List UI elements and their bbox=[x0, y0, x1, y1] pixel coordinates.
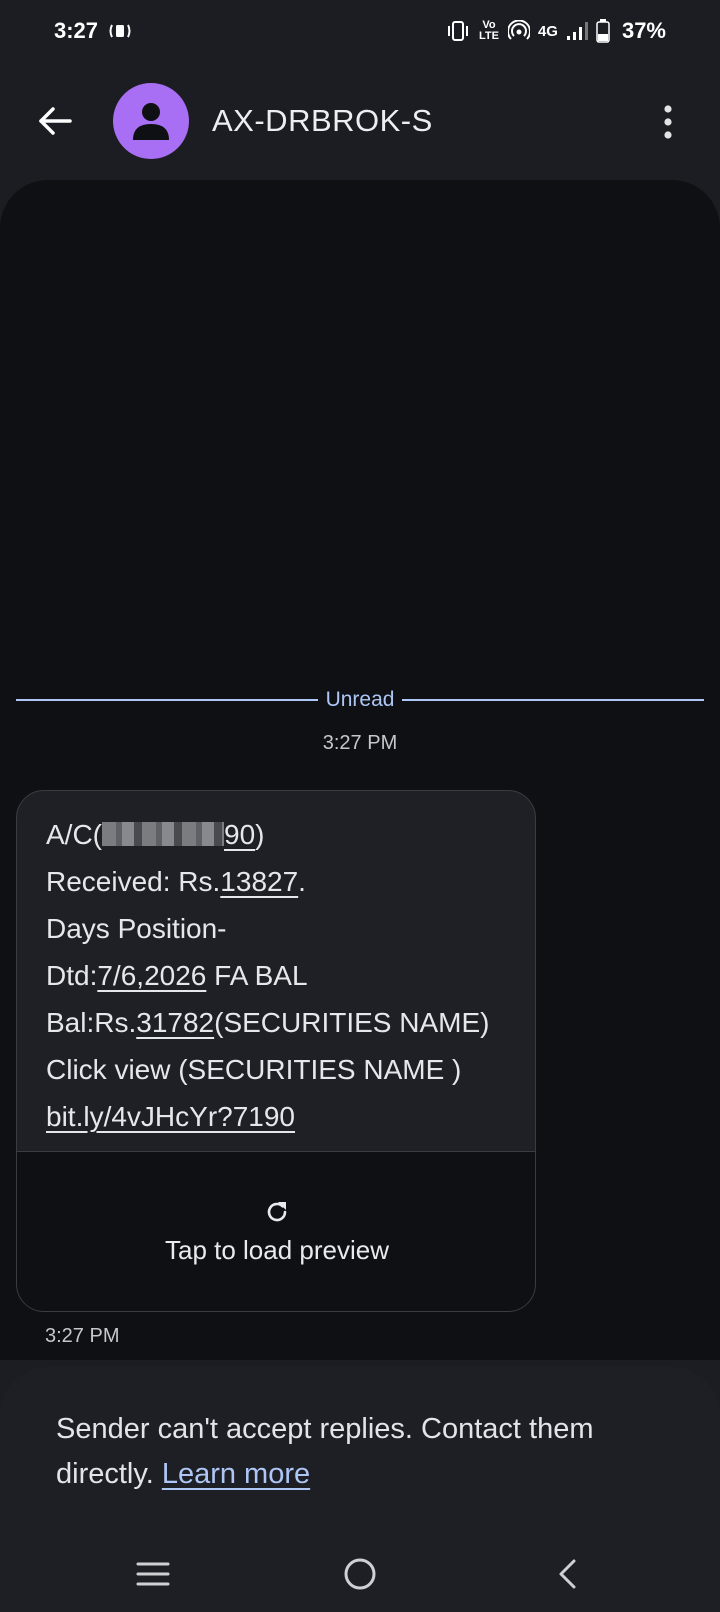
refresh-icon bbox=[267, 1202, 287, 1222]
home-circle-icon bbox=[344, 1558, 376, 1590]
back-button[interactable] bbox=[30, 96, 80, 146]
unread-divider: Unread bbox=[16, 682, 705, 718]
message-line-balance: Bal:Rs.31782(SECURITIES NAME) bbox=[46, 1007, 490, 1038]
divider-timestamp: 3:27 PM bbox=[322, 732, 398, 754]
recents-button[interactable] bbox=[123, 1552, 183, 1596]
arrow-left-icon bbox=[39, 107, 72, 135]
menu-icon bbox=[136, 1562, 170, 1586]
messages-screen: 3:27 Vo LTE 4G 37% AX-DRBROK-S Unread 3:… bbox=[0, 0, 720, 1612]
battery-percent: 37% bbox=[621, 18, 666, 43]
avatar[interactable] bbox=[113, 83, 189, 159]
unread-line-left bbox=[16, 699, 318, 701]
unread-line-right bbox=[402, 699, 705, 701]
nav-back-button[interactable] bbox=[537, 1552, 597, 1596]
more-vert-icon bbox=[664, 105, 672, 139]
url-link[interactable]: bit.ly/4vJHcYr?7190 bbox=[46, 1101, 295, 1132]
message-line-click: Click view (SECURITIES NAME ) bbox=[46, 1054, 462, 1085]
signal-icon bbox=[566, 21, 588, 41]
home-button[interactable] bbox=[330, 1552, 390, 1596]
message-timestamp: 3:27 PM bbox=[45, 1325, 120, 1347]
status-left: 3:27 bbox=[54, 18, 132, 44]
message-line-account: A/C(90) bbox=[46, 819, 265, 850]
learn-more-link[interactable]: Learn more bbox=[162, 1458, 310, 1490]
battery-icon bbox=[596, 19, 610, 43]
message-text: A/C(90) Received: Rs.13827. Days Positio… bbox=[17, 791, 535, 1140]
status-right: Vo LTE 4G 37% bbox=[446, 18, 666, 44]
balance-amount-link[interactable]: 31782 bbox=[136, 1007, 214, 1038]
redacted-digits bbox=[102, 822, 224, 846]
vibrate-icon bbox=[446, 20, 470, 42]
message-line-received: Received: Rs.13827. bbox=[46, 866, 306, 897]
contact-title: AX-DRBROK-S bbox=[212, 103, 433, 138]
load-preview-button[interactable]: Tap to load preview bbox=[17, 1151, 535, 1311]
status-time: 3:27 bbox=[54, 18, 99, 43]
notice-text: Sender can't accept replies. Contact the… bbox=[56, 1413, 594, 1490]
chevron-left-icon bbox=[559, 1559, 576, 1589]
hotspot-icon bbox=[507, 20, 530, 42]
call-recording-icon bbox=[108, 21, 132, 41]
preview-label: Tap to load preview bbox=[164, 1235, 390, 1265]
volte-label: Vo LTE bbox=[478, 19, 499, 42]
message-bubble[interactable]: A/C(90) Received: Rs.13827. Days Positio… bbox=[16, 790, 536, 1312]
unread-label: Unread bbox=[325, 688, 395, 711]
message-line-days: Days Position- bbox=[46, 913, 227, 944]
received-amount-link[interactable]: 13827 bbox=[220, 866, 298, 897]
system-nav-bar bbox=[0, 1540, 720, 1612]
network-type: 4G bbox=[537, 22, 558, 40]
account-number-link[interactable]: 90 bbox=[102, 819, 255, 850]
more-options-button[interactable] bbox=[648, 94, 688, 150]
message-line-dtd: Dtd:7/6,2026 FA BAL bbox=[46, 960, 308, 991]
person-icon bbox=[133, 103, 169, 140]
date-link[interactable]: 7/6,2026 bbox=[97, 960, 206, 991]
status-bar: 3:27 Vo LTE 4G 37% bbox=[0, 0, 720, 62]
conversation-header: AX-DRBROK-S bbox=[0, 76, 720, 166]
message-line-link: bit.ly/4vJHcYr?7190 bbox=[46, 1093, 507, 1140]
